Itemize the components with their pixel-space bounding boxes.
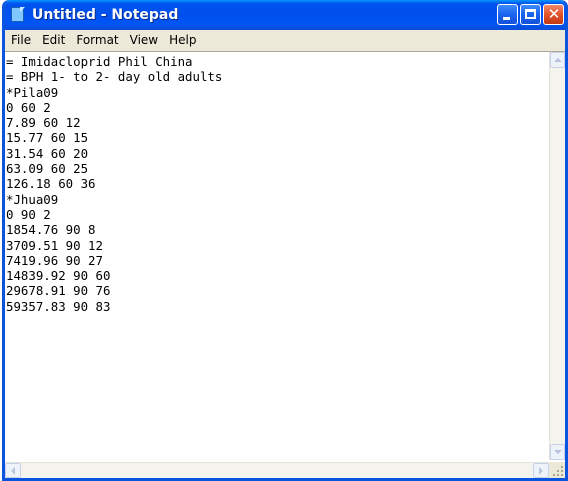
text-line: 0 90 2: [6, 206, 51, 222]
menu-file[interactable]: File: [6, 31, 36, 49]
text-line: *Pila09: [6, 84, 59, 100]
minimize-icon: [503, 17, 510, 20]
scroll-down-button[interactable]: [550, 444, 565, 460]
title-bar[interactable]: Untitled - Notepad ✕: [5, 0, 565, 30]
vertical-scrollbar[interactable]: [549, 52, 565, 460]
maximize-icon: [525, 9, 536, 19]
text-line: = Imidacloprid Phil China: [6, 54, 193, 69]
window-title: Untitled - Notepad: [32, 7, 179, 23]
text-line: 59357.83 90 83: [6, 298, 111, 314]
arrow-down-icon: [554, 450, 562, 454]
text-line: *Jhua09: [6, 191, 59, 207]
text-line: 7419.96 90 27: [6, 252, 103, 268]
text-line: 14839.92 90 60: [6, 268, 111, 284]
text-line: 1854.76 90 8: [6, 222, 96, 238]
text-line: 31.54 60 20: [6, 145, 89, 161]
scroll-up-button[interactable]: [550, 52, 565, 68]
close-button[interactable]: ✕: [543, 4, 564, 25]
editor-area[interactable]: = Imidacloprid Phil China = BPH 1- to 2- …: [5, 51, 565, 478]
scroll-right-button[interactable]: [533, 463, 549, 478]
minimize-button[interactable]: [497, 4, 518, 25]
menu-edit[interactable]: Edit: [37, 31, 70, 49]
arrow-up-icon: [554, 58, 562, 62]
text-line: 15.77 60 15: [6, 130, 89, 146]
horizontal-scrollbar[interactable]: [5, 462, 549, 478]
notepad-window: Untitled - Notepad ✕ File Edit Format Vi…: [2, 0, 568, 481]
maximize-button[interactable]: [520, 4, 541, 25]
text-line: 3709.51 90 12: [6, 237, 103, 253]
text-line: 29678.91 90 76: [6, 283, 111, 299]
text-line: 126.18 60 36: [6, 176, 96, 192]
text-line: = BPH 1- to 2- day old adults: [6, 69, 223, 85]
close-icon: ✕: [547, 5, 561, 23]
resize-grip-icon[interactable]: [549, 462, 565, 478]
text-content[interactable]: = Imidacloprid Phil China = BPH 1- to 2- …: [6, 54, 551, 454]
arrow-left-icon: [11, 467, 15, 475]
text-line: 7.89 60 12: [6, 115, 81, 131]
menu-view[interactable]: View: [125, 31, 163, 49]
notepad-icon[interactable]: [10, 7, 26, 23]
scroll-left-button[interactable]: [5, 463, 21, 478]
arrow-right-icon: [539, 467, 543, 475]
menu-help[interactable]: Help: [164, 31, 201, 49]
menu-format[interactable]: Format: [71, 31, 123, 49]
text-line: 0 60 2: [6, 99, 51, 115]
window-controls: ✕: [497, 4, 564, 25]
menu-bar: File Edit Format View Help: [5, 30, 565, 50]
text-line: 63.09 60 25: [6, 161, 89, 177]
